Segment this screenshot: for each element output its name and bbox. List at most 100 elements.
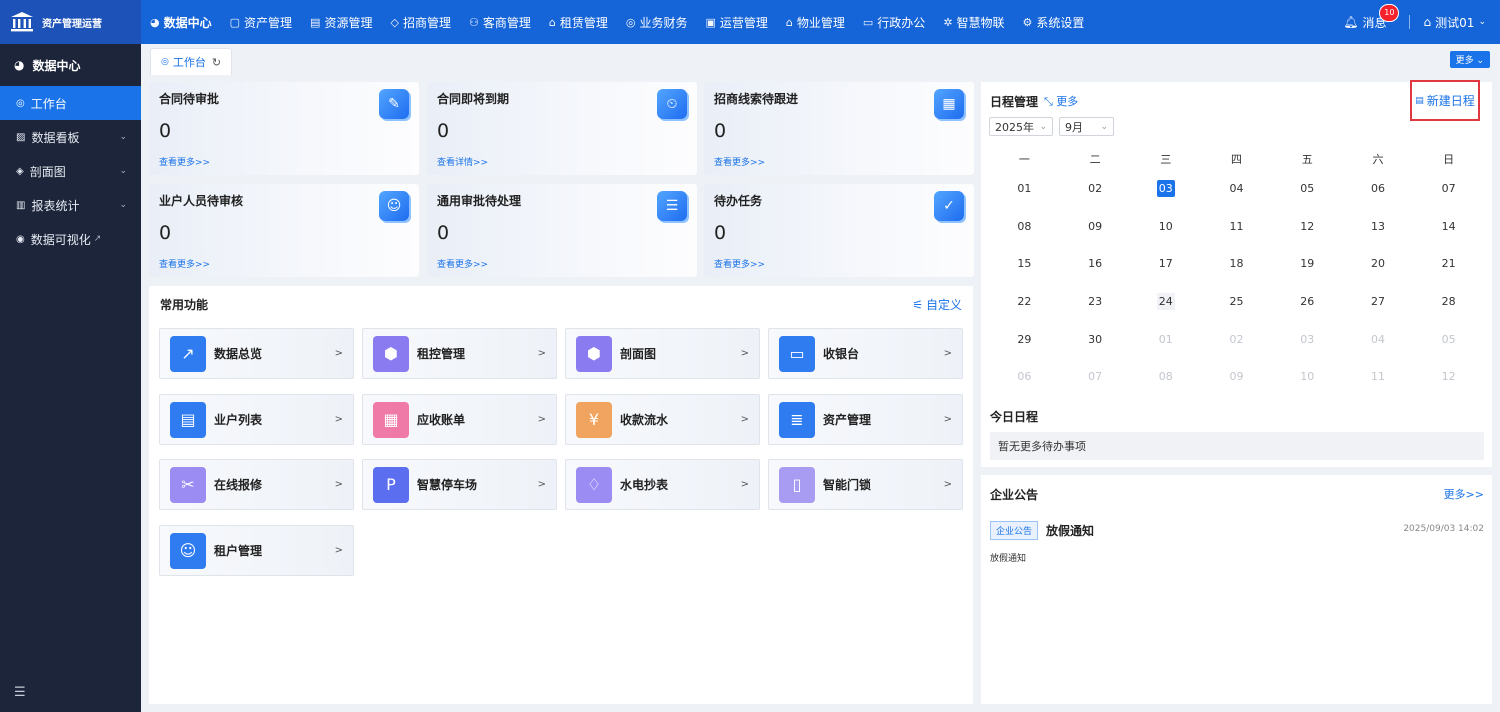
nav-item-1[interactable]: ▢ 资产管理 bbox=[221, 0, 301, 44]
calendar-day[interactable]: 24 bbox=[1130, 293, 1201, 311]
calendar-day[interactable]: 09 bbox=[1060, 218, 1131, 235]
calendar-day[interactable]: 03 bbox=[1272, 331, 1343, 348]
calendar-day[interactable]: 21 bbox=[1413, 255, 1484, 272]
sidebar-item-icon: ◈ bbox=[16, 165, 24, 177]
calendar-day[interactable]: 29 bbox=[989, 331, 1060, 348]
calendar-day[interactable]: 15 bbox=[989, 255, 1060, 272]
sidebar-item-0[interactable]: ◎ 工作台 bbox=[0, 86, 141, 120]
calendar-day[interactable]: 25 bbox=[1201, 293, 1272, 310]
calendar-day[interactable]: 20 bbox=[1343, 255, 1414, 272]
calendar-day[interactable]: 05 bbox=[1272, 180, 1343, 197]
collapse-sidebar-icon[interactable]: ☰ bbox=[14, 685, 26, 700]
function-tile[interactable]: ☺ 租户管理 > bbox=[159, 525, 354, 576]
calendar-day[interactable]: 10 bbox=[1272, 368, 1343, 385]
calendar-day[interactable]: 01 bbox=[1130, 331, 1201, 348]
stat-card-link[interactable]: 查看更多>> bbox=[437, 257, 488, 270]
stat-card-link[interactable]: 查看更多>> bbox=[159, 257, 210, 270]
calendar-day[interactable]: 26 bbox=[1272, 293, 1343, 310]
nav-item-10[interactable]: ✲ 智慧物联 bbox=[934, 0, 1013, 44]
sidebar-item-3[interactable]: ▥ 报表统计 ⌄ bbox=[0, 188, 141, 222]
stat-card-link[interactable]: 查看更多>> bbox=[159, 155, 210, 168]
calendar-day[interactable]: 04 bbox=[1201, 180, 1272, 197]
sidebar-item-4[interactable]: ◉ 数据可视化 ↗ bbox=[0, 222, 141, 256]
function-tile[interactable]: ♢ 水电抄表 > bbox=[565, 459, 760, 510]
stat-card[interactable]: 待办任务 0 查看更多>> ✓ bbox=[704, 184, 974, 277]
nav-item-9[interactable]: ▭ 行政办公 bbox=[854, 0, 934, 44]
calendar-day[interactable]: 02 bbox=[1060, 180, 1131, 197]
messages-button[interactable]: 🔔︎ 消息 10 bbox=[1343, 3, 1400, 31]
nav-item-4[interactable]: ⚇ 客商管理 bbox=[460, 0, 540, 44]
nav-item-7[interactable]: ▣ 运营管理 bbox=[696, 0, 776, 44]
stat-card-link[interactable]: 查看更多>> bbox=[714, 257, 765, 270]
month-select[interactable]: 9月 ⌄ bbox=[1059, 117, 1114, 136]
calendar-day[interactable]: 02 bbox=[1201, 331, 1272, 348]
stat-card[interactable]: 招商线索待跟进 0 查看更多>> ▦ bbox=[704, 82, 974, 175]
calendar-day[interactable]: 10 bbox=[1130, 218, 1201, 235]
schedule-more-link[interactable]: ⤡ 更多 bbox=[1044, 93, 1078, 109]
calendar-day[interactable]: 07 bbox=[1413, 180, 1484, 197]
calendar-day[interactable]: 17 bbox=[1130, 255, 1201, 272]
function-tile[interactable]: ▦ 应收账单 > bbox=[362, 394, 557, 445]
calendar-day[interactable]: 08 bbox=[989, 218, 1060, 235]
calendar-day[interactable]: 03 bbox=[1130, 180, 1201, 198]
function-tile[interactable]: ¥ 收款流水 > bbox=[565, 394, 760, 445]
nav-item-6[interactable]: ◎ 业务财务 bbox=[617, 0, 697, 44]
function-tile[interactable]: ▤ 业户列表 > bbox=[159, 394, 354, 445]
stat-card[interactable]: 合同待审批 0 查看更多>> ✎ bbox=[149, 82, 419, 175]
calendar-day[interactable]: 18 bbox=[1201, 255, 1272, 272]
calendar-day[interactable]: 11 bbox=[1201, 218, 1272, 235]
more-tabs-button[interactable]: 更多 ⌄ bbox=[1449, 51, 1490, 68]
function-tile[interactable]: P 智慧停车场 > bbox=[362, 459, 557, 510]
calendar-day[interactable]: 14 bbox=[1413, 218, 1484, 235]
new-schedule-button[interactable]: ▤ 新建日程 bbox=[1410, 80, 1480, 121]
calendar-day[interactable]: 06 bbox=[1343, 180, 1414, 197]
nav-item-8[interactable]: ⌂ 物业管理 bbox=[777, 0, 854, 44]
nav-item-3[interactable]: ◇ 招商管理 bbox=[381, 0, 459, 44]
calendar-day[interactable]: 30 bbox=[1060, 331, 1131, 348]
stat-card[interactable]: 合同即将到期 0 查看详情>> ⏲ bbox=[427, 82, 697, 175]
calendar-day[interactable]: 09 bbox=[1201, 368, 1272, 385]
nav-item-0[interactable]: ◕ 数据中心 bbox=[141, 0, 221, 44]
calendar-day[interactable]: 05 bbox=[1413, 331, 1484, 348]
customize-button[interactable]: ⚟ 自定义 bbox=[912, 296, 962, 313]
calendar-day[interactable]: 12 bbox=[1272, 218, 1343, 235]
announcement-more-link[interactable]: 更多>> bbox=[1444, 486, 1484, 502]
function-tile[interactable]: ⬢ 租控管理 > bbox=[362, 328, 557, 379]
calendar-day[interactable]: 27 bbox=[1343, 293, 1414, 310]
stat-card-title: 通用审批待处理 bbox=[437, 194, 522, 208]
calendar-day[interactable]: 07 bbox=[1060, 368, 1131, 385]
function-tile[interactable]: ≣ 资产管理 > bbox=[768, 394, 963, 445]
calendar-day[interactable]: 06 bbox=[989, 368, 1060, 385]
calendar-day[interactable]: 19 bbox=[1272, 255, 1343, 272]
function-tile[interactable]: ▯ 智能门锁 > bbox=[768, 459, 963, 510]
calendar-day[interactable]: 04 bbox=[1343, 331, 1414, 348]
function-tile[interactable]: ▭ 收银台 > bbox=[768, 328, 963, 379]
stat-card-link[interactable]: 查看更多>> bbox=[714, 155, 765, 168]
calendar-day[interactable]: 08 bbox=[1130, 368, 1201, 385]
sidebar-item-1[interactable]: ▨ 数据看板 ⌄ bbox=[0, 120, 141, 154]
calendar-day[interactable]: 16 bbox=[1060, 255, 1131, 272]
year-select[interactable]: 2025年 ⌄ bbox=[989, 117, 1053, 136]
calendar-day[interactable]: 12 bbox=[1413, 368, 1484, 385]
function-tile[interactable]: ⬢ 剖面图 > bbox=[565, 328, 760, 379]
function-tile[interactable]: ↗ 数据总览 > bbox=[159, 328, 354, 379]
calendar-day[interactable]: 23 bbox=[1060, 293, 1131, 310]
nav-item-5[interactable]: ⌂ 租赁管理 bbox=[540, 0, 617, 44]
announcement-item-title[interactable]: 放假通知 bbox=[1046, 522, 1094, 539]
sidebar-item-2[interactable]: ◈ 剖面图 ⌄ bbox=[0, 154, 141, 188]
tab-workbench[interactable]: ◎ 工作台 ↻ bbox=[150, 48, 233, 75]
stat-card[interactable]: 通用审批待处理 0 查看更多>> ☰ bbox=[427, 184, 697, 277]
user-menu[interactable]: ⌂ 测试01 ⌄ bbox=[1424, 14, 1486, 31]
stat-card-link[interactable]: 查看详情>> bbox=[437, 155, 488, 168]
nav-item-11[interactable]: ⚙ 系统设置 bbox=[1014, 0, 1094, 44]
app-logo[interactable]: 资产管理运营 bbox=[0, 0, 141, 44]
calendar-day[interactable]: 28 bbox=[1413, 293, 1484, 310]
calendar-day[interactable]: 11 bbox=[1343, 368, 1414, 385]
stat-card[interactable]: 业户人员待审核 0 查看更多>> ☺ bbox=[149, 184, 419, 277]
nav-item-2[interactable]: ▤ 资源管理 bbox=[301, 0, 381, 44]
calendar-day[interactable]: 01 bbox=[989, 180, 1060, 197]
function-tile[interactable]: ✂ 在线报修 > bbox=[159, 459, 354, 510]
refresh-icon[interactable]: ↻ bbox=[212, 56, 221, 69]
calendar-day[interactable]: 22 bbox=[989, 293, 1060, 310]
calendar-day[interactable]: 13 bbox=[1343, 218, 1414, 235]
